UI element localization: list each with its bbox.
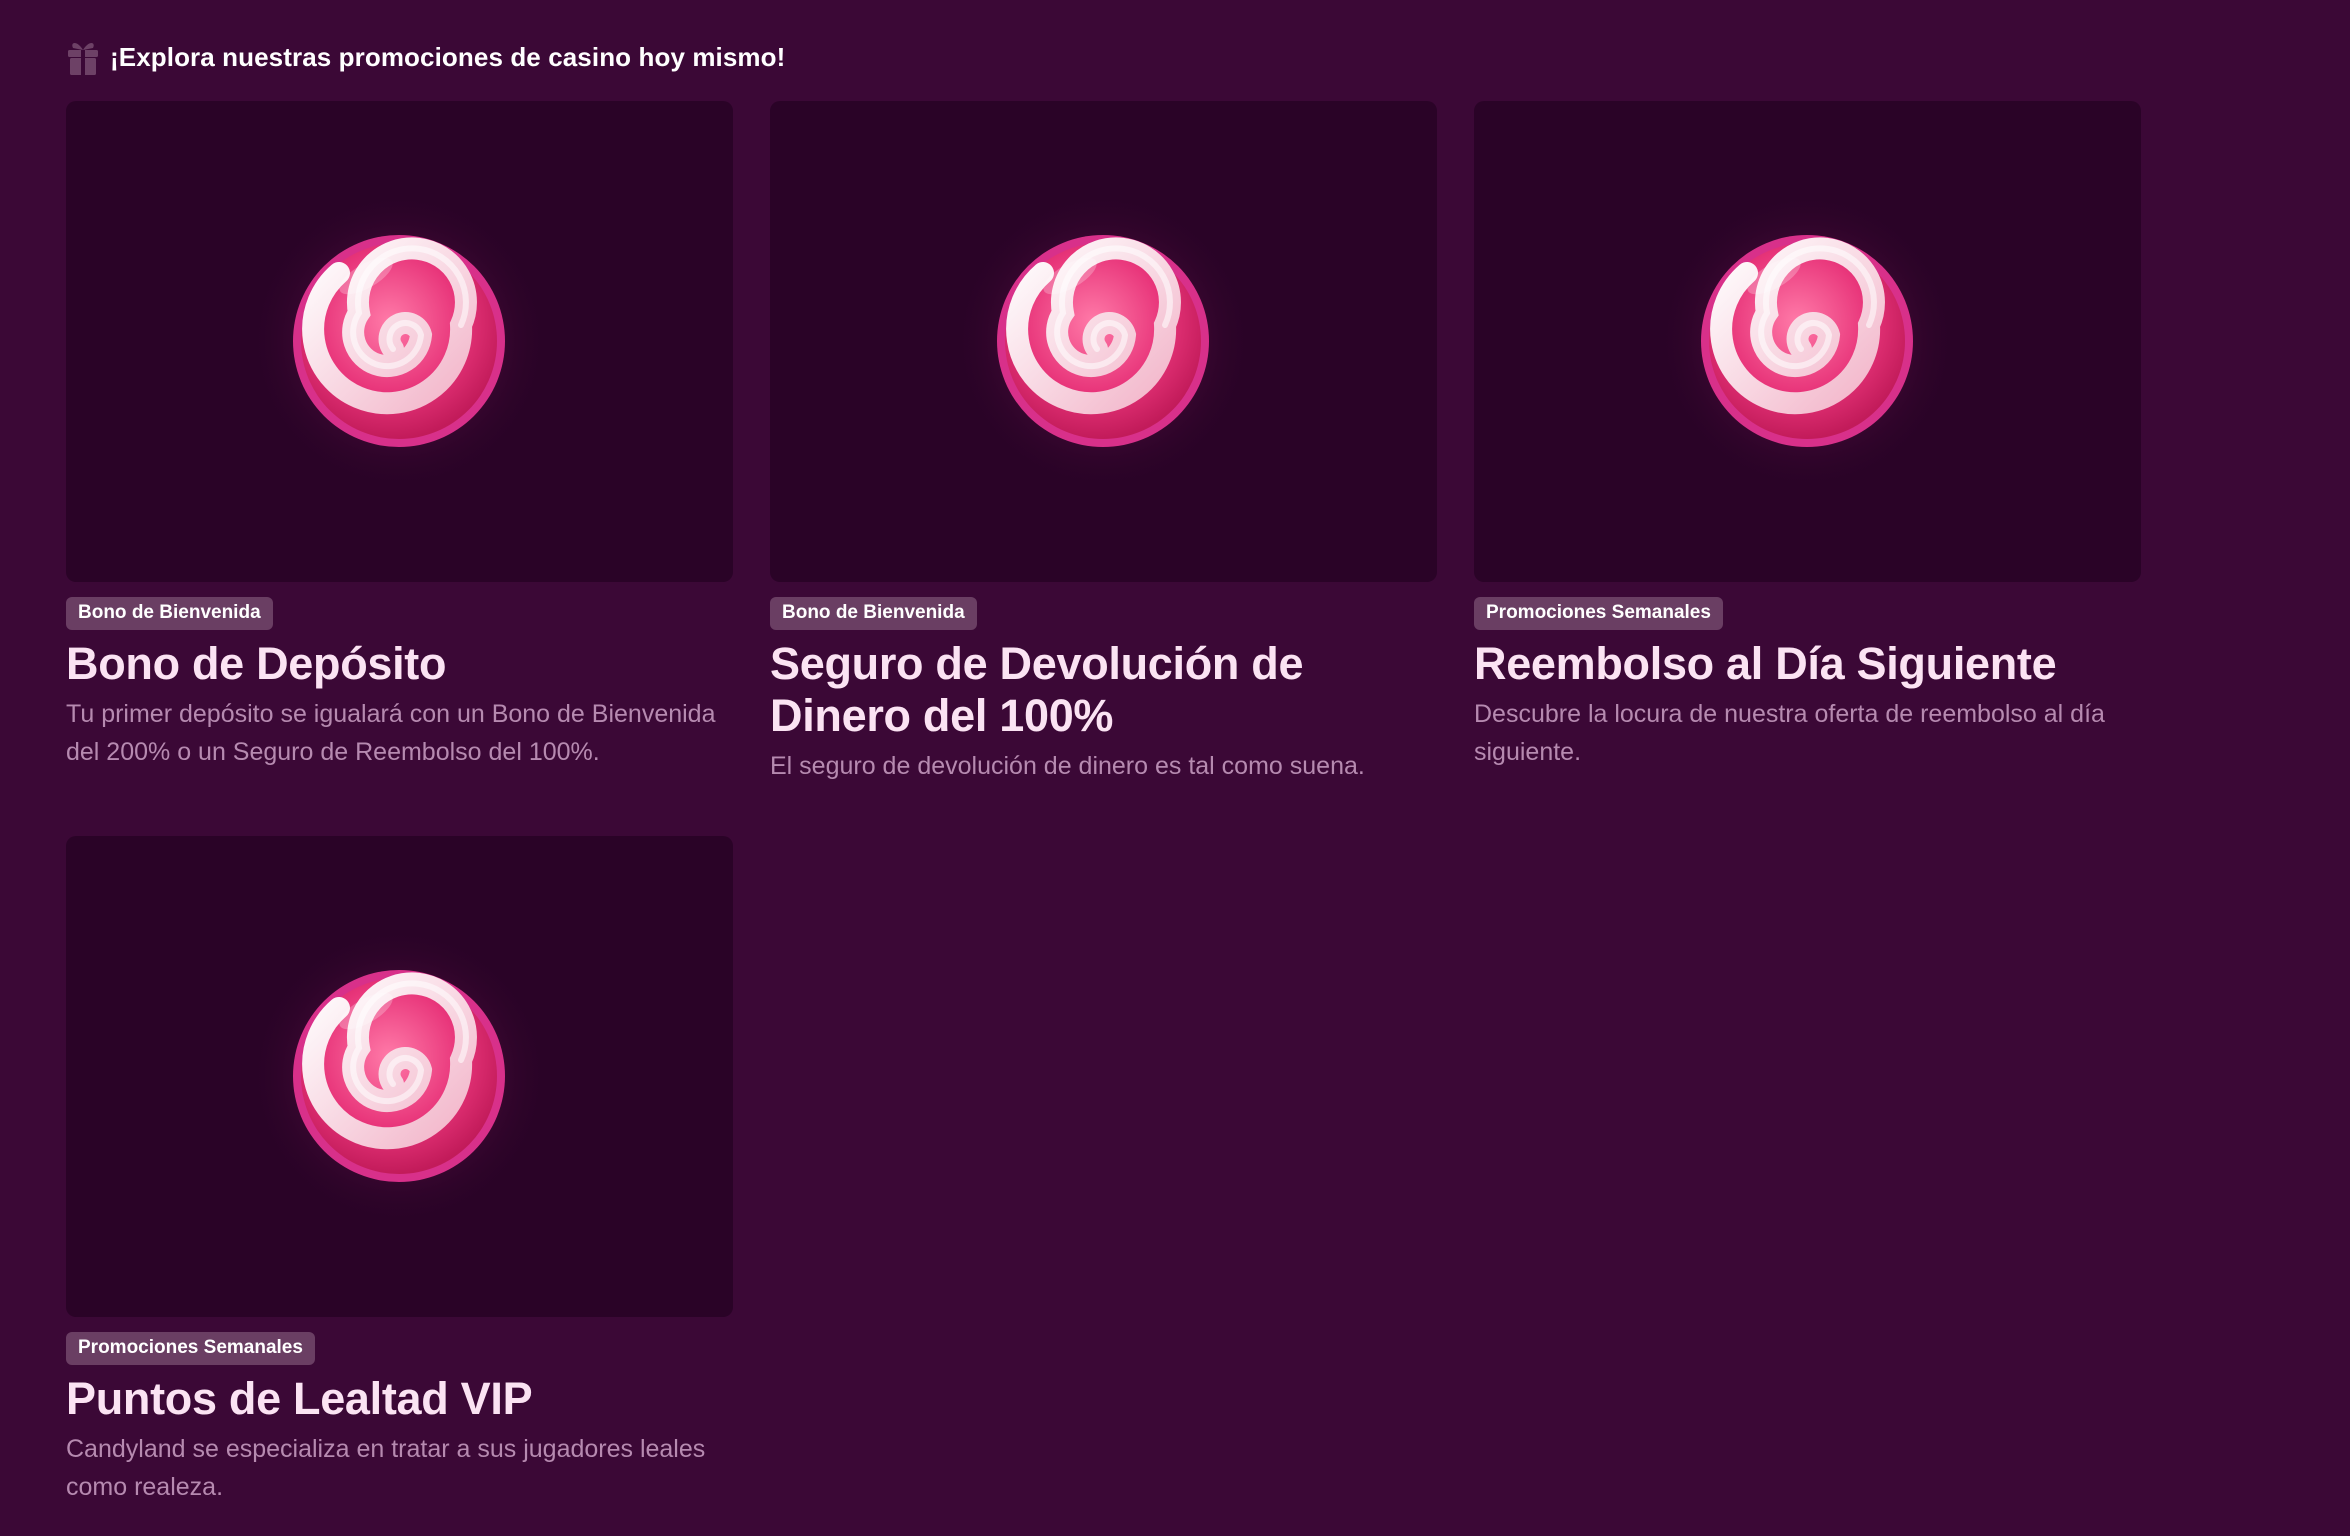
gift-icon: [68, 43, 98, 75]
promotion-title[interactable]: Reembolso al Día Siguiente: [1474, 638, 2141, 690]
promotion-card[interactable]: Promociones Semanales Reembolso al Día S…: [1474, 101, 2141, 771]
promotion-category-badge: Bono de Bienvenida: [770, 597, 977, 630]
page-title: ¡Explora nuestras promociones de casino …: [110, 41, 786, 72]
promotion-thumbnail[interactable]: [66, 101, 733, 582]
promotion-card[interactable]: Bono de Bienvenida Seguro de Devolución …: [770, 101, 1437, 785]
promotion-category-badge: Promociones Semanales: [66, 1332, 315, 1365]
promotions-header: ¡Explora nuestras promociones de casino …: [66, 36, 785, 78]
swirl-candy-image: [1474, 101, 2141, 582]
promotion-category-badge: Promociones Semanales: [1474, 597, 1723, 630]
promotion-title[interactable]: Puntos de Lealtad VIP: [66, 1373, 733, 1425]
promotion-description: Candyland se especializa en tratar a sus…: [66, 1435, 706, 1501]
promotion-title[interactable]: Bono de Depósito: [66, 638, 733, 690]
promotion-description: El seguro de devolución de dinero es tal…: [770, 752, 1365, 780]
promotion-thumbnail[interactable]: [1474, 101, 2141, 582]
swirl-candy-image: [770, 101, 1437, 582]
promotion-card[interactable]: Promociones Semanales Puntos de Lealtad …: [66, 836, 733, 1506]
promotion-card[interactable]: Bono de Bienvenida Bono de Depósito Tu p…: [66, 101, 733, 771]
promotion-thumbnail[interactable]: [66, 836, 733, 1317]
promotion-description: Tu primer depósito se igualará con un Bo…: [66, 700, 716, 766]
swirl-candy-image: [66, 101, 733, 582]
swirl-candy-image: [66, 836, 733, 1317]
promotion-thumbnail[interactable]: [770, 101, 1437, 582]
promotion-title[interactable]: Seguro de Devolución de Dinero del 100%: [770, 638, 1437, 742]
promotion-category-badge: Bono de Bienvenida: [66, 597, 273, 630]
promotion-description: Descubre la locura de nuestra oferta de …: [1474, 700, 2105, 766]
